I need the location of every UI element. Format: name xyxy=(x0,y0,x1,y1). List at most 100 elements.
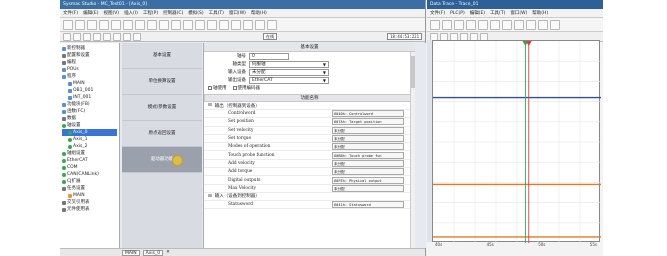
tree-item[interactable]: 交叉引用表 xyxy=(62,199,117,206)
tree-item[interactable]: EtherCAT xyxy=(62,157,117,164)
new-icon[interactable] xyxy=(63,20,73,30)
param-value-field[interactable]: 未分配 xyxy=(332,126,404,134)
redo-icon[interactable] xyxy=(147,20,157,30)
copy-icon[interactable] xyxy=(111,20,121,30)
settings-icon[interactable] xyxy=(550,20,560,30)
param-value-field[interactable]: 未分配 xyxy=(332,135,404,143)
tree-item[interactable]: OB1_001 xyxy=(62,87,117,94)
stop-trace-icon[interactable] xyxy=(514,20,524,30)
new-icon[interactable] xyxy=(430,20,440,30)
param-value-field[interactable]: 60FEh: Physical output xyxy=(332,176,404,184)
param-value-field[interactable]: 未分配 xyxy=(332,143,404,151)
search-icon[interactable] xyxy=(159,20,169,30)
collapse-icon[interactable]: ⊟ xyxy=(208,194,212,199)
nav-mode-parameter[interactable]: 模式/参数设置 xyxy=(122,95,202,121)
line-icon[interactable] xyxy=(113,32,121,41)
nav-unit-conversion[interactable]: 单位换算设置 xyxy=(122,69,202,95)
contact-nc-icon[interactable] xyxy=(73,32,81,41)
nav-homing[interactable]: 原点返回设置 xyxy=(122,121,202,147)
rung-icon[interactable] xyxy=(123,32,131,41)
cut-icon[interactable] xyxy=(99,20,109,30)
stop-icon[interactable] xyxy=(231,20,241,30)
tree-item[interactable]: 轴设置 xyxy=(62,122,117,129)
menu-insert[interactable]: 插入(I) xyxy=(124,10,138,16)
simulate-icon[interactable] xyxy=(243,20,253,30)
tree-item[interactable]: INT_001 xyxy=(62,94,117,101)
scrollbar-thumb[interactable] xyxy=(411,56,415,88)
build-icon[interactable] xyxy=(171,20,181,30)
open-icon[interactable] xyxy=(75,20,85,30)
axis-use-checkbox[interactable]: 轴使用 xyxy=(208,85,227,91)
monitor-icon[interactable] xyxy=(267,20,277,30)
tree-item[interactable]: 程序 xyxy=(62,73,117,80)
param-value-field[interactable]: 未分配 xyxy=(332,168,404,176)
tree-item[interactable]: 编程 xyxy=(62,59,117,66)
paste-icon[interactable] xyxy=(123,20,133,30)
nav-drive-function[interactable]: 驱动器功能 xyxy=(122,147,202,173)
tree-item[interactable]: Axis_2 xyxy=(62,143,117,150)
offline-icon[interactable] xyxy=(195,20,205,30)
function-block-icon[interactable] xyxy=(93,32,101,41)
tab-axis-0[interactable]: Axis_0 xyxy=(142,249,164,256)
menu-window[interactable]: 窗口(W) xyxy=(229,10,246,16)
param-value-field[interactable]: 未分配 xyxy=(332,159,404,167)
save-icon[interactable] xyxy=(87,20,97,30)
tree-item[interactable]: CJ扩展 xyxy=(62,178,117,185)
param-value-field[interactable]: 未分配 xyxy=(332,184,404,192)
vertical-scrollbar[interactable] xyxy=(410,52,415,248)
menu-file[interactable]: 文件(F) xyxy=(63,10,78,16)
run-icon[interactable] xyxy=(219,20,229,30)
trace-plot[interactable] xyxy=(432,40,601,243)
axis-number-field[interactable]: 0 xyxy=(249,52,289,60)
tree-item[interactable]: Axis_1 xyxy=(62,136,117,143)
input-device-select[interactable]: 未分配 ▼ xyxy=(249,68,329,76)
param-value-field[interactable]: 607Ah: Target position xyxy=(332,118,404,126)
open-icon[interactable] xyxy=(442,20,452,30)
trigger-icon[interactable] xyxy=(526,20,536,30)
collapse-icon[interactable]: ⊟ xyxy=(208,103,212,108)
tree-item[interactable]: POUs xyxy=(62,66,117,73)
menu-project[interactable]: 工程(P) xyxy=(143,10,158,16)
menu-help[interactable]: 帮助(H) xyxy=(251,10,267,16)
tree-item[interactable]: CAN(CANLink) xyxy=(62,171,117,178)
param-value-field[interactable]: 60B8h: Touch probe fun xyxy=(332,151,404,159)
menu-controller[interactable]: 控制器(C) xyxy=(163,10,183,16)
menu-edit[interactable]: 编辑(E) xyxy=(470,10,485,16)
tree-item[interactable]: 任务设置 xyxy=(62,185,117,192)
param-value-field[interactable]: 6041h: Statusword xyxy=(332,201,404,209)
tab-main[interactable]: MAIN xyxy=(122,249,140,256)
jump-icon[interactable] xyxy=(133,32,141,41)
menu-edit[interactable]: 编辑(E) xyxy=(83,10,98,16)
branch-icon[interactable] xyxy=(103,32,111,41)
start-trace-icon[interactable] xyxy=(502,20,512,30)
tree-item[interactable]: 新控制器 xyxy=(62,45,117,52)
tree-item[interactable]: 轴组设置 xyxy=(62,150,117,157)
menu-help[interactable]: 帮助(H) xyxy=(532,10,548,16)
axis-type-select[interactable]: 伺服轴 ▼ xyxy=(249,60,329,68)
tree-item[interactable]: COM xyxy=(62,164,117,171)
tree-item[interactable]: MAIN xyxy=(62,80,117,87)
transfer-icon[interactable] xyxy=(207,20,217,30)
search-icon[interactable] xyxy=(478,20,488,30)
undo-icon[interactable] xyxy=(135,20,145,30)
tree-item-axis-0[interactable]: Axis_0 xyxy=(62,129,117,136)
contact-no-icon[interactable] xyxy=(63,32,71,41)
close-icon[interactable]: ✕ xyxy=(166,250,170,255)
group-input[interactable]: ⊟ 输入（设备到控制器） xyxy=(204,193,415,201)
output-device-select[interactable]: EtherCAT ▼ xyxy=(249,76,329,84)
menu-tools[interactable]: 工具(T) xyxy=(490,10,505,16)
coil-icon[interactable] xyxy=(83,32,91,41)
tree-item[interactable]: 功能块(FB) xyxy=(62,101,117,108)
nav-basic-settings[interactable]: 基本设置 xyxy=(122,43,202,69)
tree-item[interactable]: MAIN xyxy=(62,192,117,199)
trace-icon[interactable] xyxy=(255,20,265,30)
online-icon[interactable] xyxy=(183,20,193,30)
undo-icon[interactable] xyxy=(466,20,476,30)
tree-item[interactable]: 配置和设置 xyxy=(62,52,117,59)
tree-item[interactable]: 数据 xyxy=(62,115,117,122)
export-icon[interactable] xyxy=(538,20,548,30)
encoder-checkbox[interactable]: 使用编码器 xyxy=(232,85,260,91)
menu-tools[interactable]: 工具(T) xyxy=(209,10,224,16)
param-value-field[interactable]: 6040h: Controlword xyxy=(332,110,404,118)
menu-simulation[interactable]: 模拟(S) xyxy=(188,10,203,16)
